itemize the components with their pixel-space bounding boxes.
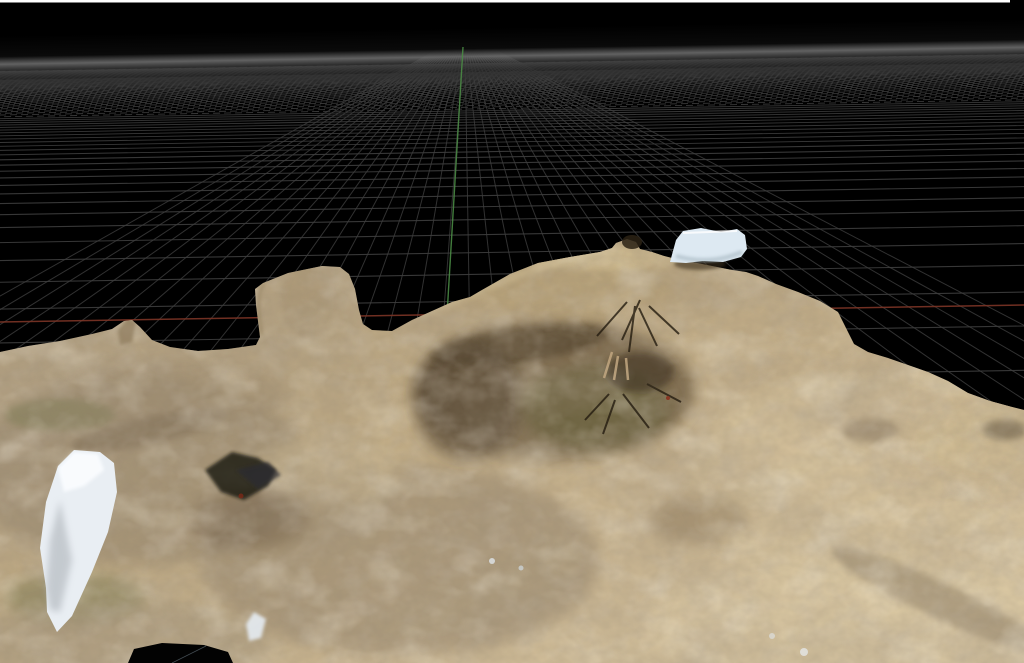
scene-canvas bbox=[0, 0, 1024, 663]
dark-nub bbox=[622, 235, 642, 249]
horizon-glow bbox=[0, 17, 1024, 89]
viewport-3d[interactable] bbox=[0, 0, 1024, 663]
terrain-mesh[interactable] bbox=[0, 228, 1024, 663]
window-top-border bbox=[0, 0, 1010, 3]
